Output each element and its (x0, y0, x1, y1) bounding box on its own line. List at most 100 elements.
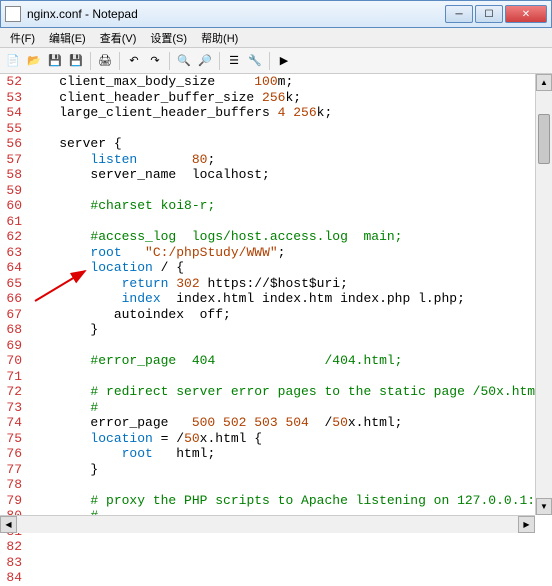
zoom-in-icon[interactable]: 🔍 (175, 52, 193, 70)
code-line[interactable] (28, 183, 552, 199)
code-line[interactable]: location / { (28, 260, 552, 276)
code-line[interactable]: root html; (28, 446, 552, 462)
line-number: 71 (0, 369, 22, 385)
code-line[interactable]: # proxy the PHP scripts to Apache listen… (28, 493, 552, 509)
menu-settings[interactable]: 设置(S) (144, 28, 193, 48)
line-number: 63 (0, 245, 22, 261)
scroll-right-button[interactable]: ▶ (518, 516, 535, 533)
code-line[interactable]: index index.html index.htm index.php l.p… (28, 291, 552, 307)
line-number: 62 (0, 229, 22, 245)
code-line[interactable]: client_header_buffer_size 256k; (28, 90, 552, 106)
code-line[interactable]: listen 80; (28, 152, 552, 168)
menu-view[interactable]: 查看(V) (94, 28, 143, 48)
line-number: 58 (0, 167, 22, 183)
line-number: 74 (0, 415, 22, 431)
zoom-out-icon[interactable]: 🔎 (196, 52, 214, 70)
line-number: 61 (0, 214, 22, 230)
redo-icon[interactable]: ↷ (146, 52, 164, 70)
code-line[interactable]: error_page 500 502 503 504 /50x.html; (28, 415, 552, 431)
line-number: 59 (0, 183, 22, 199)
line-number: 66 (0, 291, 22, 307)
line-number: 54 (0, 105, 22, 121)
wrap-icon[interactable]: ☰ (225, 52, 243, 70)
code-line[interactable] (28, 121, 552, 137)
line-number: 68 (0, 322, 22, 338)
menubar: 件(F) 编辑(E) 查看(V) 设置(S) 帮助(H) (0, 28, 552, 48)
toolbar-separator (119, 52, 120, 70)
code-line[interactable] (28, 338, 552, 354)
code-line[interactable]: # redirect server error pages to the sta… (28, 384, 552, 400)
line-gutter: 5253545556575859606162636465666768697071… (0, 74, 28, 517)
line-number: 79 (0, 493, 22, 509)
code-line[interactable]: #access_log logs/host.access.log main; (28, 229, 552, 245)
code-line[interactable]: location = /50x.html { (28, 431, 552, 447)
code-line[interactable]: # (28, 400, 552, 416)
save-all-icon[interactable]: 💾 (67, 52, 85, 70)
undo-icon[interactable]: ↶ (125, 52, 143, 70)
line-number: 69 (0, 338, 22, 354)
line-number: 83 (0, 555, 22, 571)
code-line[interactable]: } (28, 322, 552, 338)
code-line[interactable] (28, 214, 552, 230)
line-number: 77 (0, 462, 22, 478)
code-line[interactable]: server_name localhost; (28, 167, 552, 183)
code-line[interactable]: #charset koi8-r; (28, 198, 552, 214)
line-number: 67 (0, 307, 22, 323)
close-button[interactable]: ✕ (505, 5, 547, 23)
line-number: 53 (0, 90, 22, 106)
print-icon[interactable]: 🖨 (96, 52, 114, 70)
code-line[interactable] (28, 369, 552, 385)
line-number: 60 (0, 198, 22, 214)
code-line[interactable]: client_max_body_size 100m; (28, 74, 552, 90)
line-number: 56 (0, 136, 22, 152)
code-line[interactable]: return 302 https://$host$uri; (28, 276, 552, 292)
editor[interactable]: 5253545556575859606162636465666768697071… (0, 74, 552, 517)
line-number: 65 (0, 276, 22, 292)
scroll-thumb[interactable] (538, 114, 550, 164)
horizontal-scrollbar[interactable]: ◀ ▶ (0, 515, 535, 533)
line-number: 84 (0, 570, 22, 586)
app-icon (5, 6, 21, 22)
line-number: 78 (0, 477, 22, 493)
code-line[interactable]: root "C:/phpStudy/WWW"; (28, 245, 552, 261)
scroll-down-button[interactable]: ▼ (536, 498, 552, 515)
tool-icon[interactable]: 🔧 (246, 52, 264, 70)
code-line[interactable]: autoindex off; (28, 307, 552, 323)
toolbar: 📄 📂 💾 💾 🖨 ↶ ↷ 🔍 🔎 ☰ 🔧 ▶ (0, 48, 552, 74)
toolbar-separator (269, 52, 270, 70)
line-number: 57 (0, 152, 22, 168)
code-line[interactable]: server { (28, 136, 552, 152)
code-line[interactable]: #error_page 404 /404.html; (28, 353, 552, 369)
run-icon[interactable]: ▶ (275, 52, 293, 70)
menu-help[interactable]: 帮助(H) (195, 28, 244, 48)
code-line[interactable]: large_client_header_buffers 4 256k; (28, 105, 552, 121)
line-number: 64 (0, 260, 22, 276)
menu-edit[interactable]: 编辑(E) (43, 28, 92, 48)
line-number: 73 (0, 400, 22, 416)
titlebar: nginx.conf - Notepad ─ ☐ ✕ (0, 0, 552, 28)
vertical-scrollbar[interactable]: ▲ ▼ (535, 74, 552, 515)
save-icon[interactable]: 💾 (46, 52, 64, 70)
line-number: 52 (0, 74, 22, 90)
line-number: 70 (0, 353, 22, 369)
toolbar-separator (90, 52, 91, 70)
menu-file[interactable]: 件(F) (4, 28, 41, 48)
toolbar-separator (219, 52, 220, 70)
scroll-left-button[interactable]: ◀ (0, 516, 17, 533)
minimize-button[interactable]: ─ (445, 5, 473, 23)
line-number: 82 (0, 539, 22, 555)
window-buttons: ─ ☐ ✕ (445, 5, 547, 23)
code-area[interactable]: client_max_body_size 100m; client_header… (28, 74, 552, 517)
open-file-icon[interactable]: 📂 (25, 52, 43, 70)
scroll-up-button[interactable]: ▲ (536, 74, 552, 91)
code-line[interactable] (28, 477, 552, 493)
toolbar-separator (169, 52, 170, 70)
window-title: nginx.conf - Notepad (27, 7, 445, 21)
line-number: 76 (0, 446, 22, 462)
code-line[interactable]: } (28, 462, 552, 478)
maximize-button[interactable]: ☐ (475, 5, 503, 23)
line-number: 72 (0, 384, 22, 400)
line-number: 75 (0, 431, 22, 447)
line-number: 55 (0, 121, 22, 137)
new-file-icon[interactable]: 📄 (4, 52, 22, 70)
